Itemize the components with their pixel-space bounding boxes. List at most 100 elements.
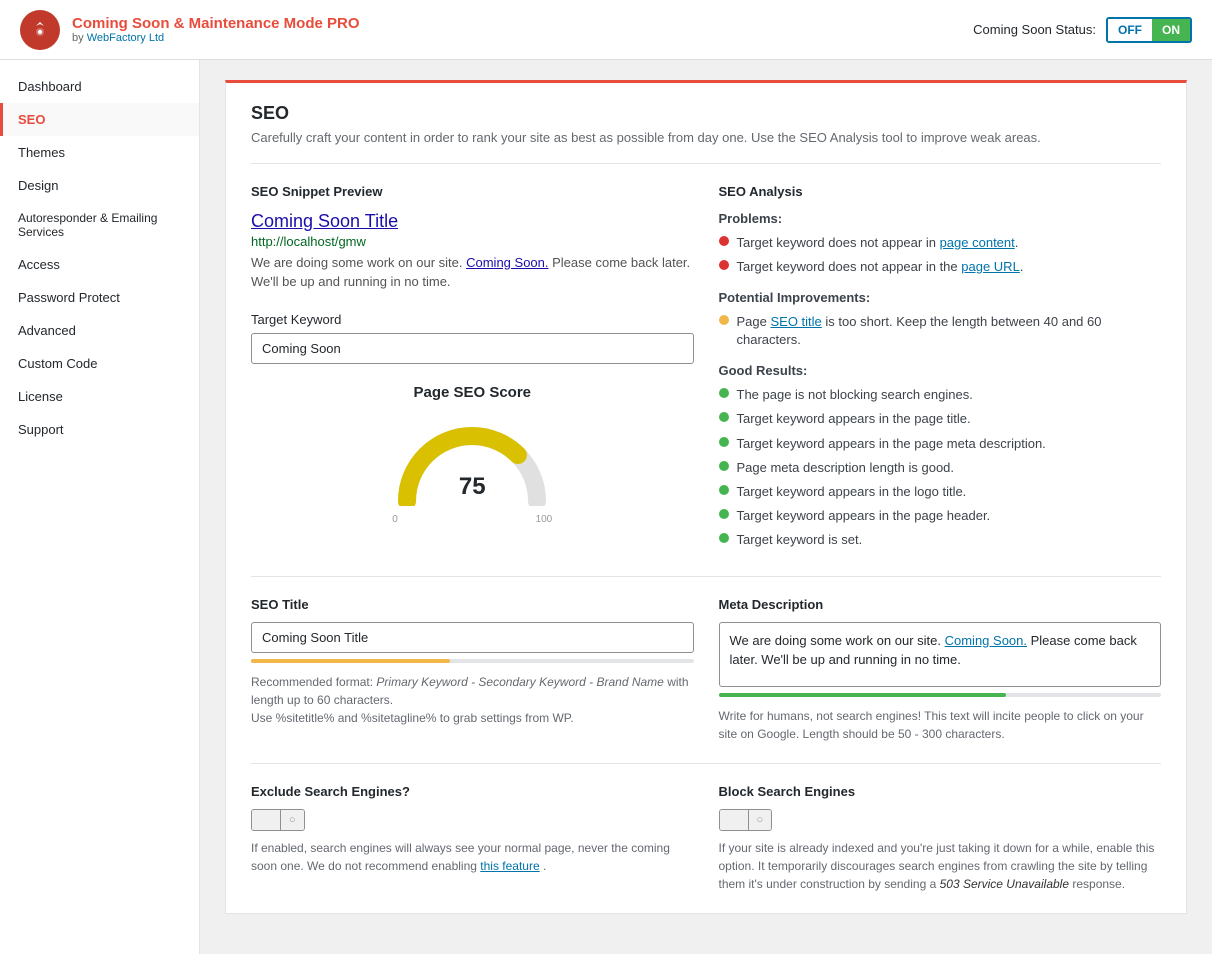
header-right: Coming Soon Status: OFF ON [973, 17, 1192, 43]
logo-text-group: Coming Soon & Maintenance Mode PRO by We… [72, 15, 360, 44]
score-min: 0 [392, 514, 398, 525]
seo-title-hint: Recommended format: Primary Keyword - Se… [251, 673, 694, 727]
analysis-title: SEO Analysis [719, 184, 1162, 199]
good-dot-5 [719, 485, 729, 495]
sidebar-item-access[interactable]: Access [0, 248, 199, 281]
app-logo-icon [20, 10, 60, 50]
good-dot-7 [719, 533, 729, 543]
seo-card: SEO Carefully craft your content in orde… [225, 80, 1187, 914]
target-keyword-input[interactable] [251, 333, 694, 364]
seo-title-label: SEO Title [251, 597, 694, 612]
sidebar-item-custom-code[interactable]: Custom Code [0, 347, 199, 380]
score-labels: 0 100 [392, 514, 552, 525]
exclude-toggle[interactable]: ○ [251, 809, 305, 831]
exclude-title: Exclude Search Engines? [251, 784, 694, 799]
block-toggle-left[interactable] [720, 810, 748, 830]
snippet-section-title: SEO Snippet Preview [251, 184, 694, 199]
seo-title-progress-wrap [251, 659, 694, 663]
score-title: Page SEO Score [261, 384, 684, 401]
top-section: SEO Snippet Preview Coming Soon Title ht… [251, 184, 1161, 556]
score-gauge: 75 [392, 416, 552, 506]
left-panel: SEO Snippet Preview Coming Soon Title ht… [251, 184, 694, 556]
good-6: Target keyword appears in the page heade… [719, 507, 1162, 525]
seo-title-input[interactable] [251, 622, 694, 653]
page-header: SEO Carefully craft your content in orde… [251, 103, 1161, 164]
good-7: Target keyword is set. [719, 531, 1162, 549]
good-dot-3 [719, 437, 729, 447]
bottom-section: Exclude Search Engines? ○ If enabled, se… [251, 784, 1161, 893]
problem-link-1[interactable]: page content [940, 235, 1015, 250]
score-section: Page SEO Score 75 0 1 [251, 364, 694, 545]
block-toggle[interactable]: ○ [719, 809, 773, 831]
problem-dot-2 [719, 260, 729, 270]
block-toggle-right[interactable]: ○ [748, 810, 772, 830]
problem-link-2[interactable]: page URL [961, 259, 1020, 274]
sidebar: Dashboard SEO Themes Design Autoresponde… [0, 60, 200, 954]
middle-section: SEO Title Recommended format: Primary Ke… [251, 597, 1161, 743]
toggle-on-button[interactable]: ON [1152, 19, 1190, 41]
problem-1: Target keyword does not appear in page c… [719, 234, 1162, 252]
meta-desc-label: Meta Description [719, 597, 1162, 612]
sidebar-item-seo[interactable]: SEO [0, 103, 199, 136]
app-subtitle: by WebFactory Ltd [72, 32, 360, 44]
company-link[interactable]: WebFactory Ltd [87, 32, 164, 44]
improvement-dot-1 [719, 315, 729, 325]
toggle-off-button[interactable]: OFF [1108, 19, 1152, 41]
improvement-1: Page SEO title is too short. Keep the le… [719, 313, 1162, 349]
main-layout: Dashboard SEO Themes Design Autoresponde… [0, 60, 1212, 954]
exclude-section: Exclude Search Engines? ○ If enabled, se… [251, 784, 694, 893]
section-divider-2 [251, 763, 1161, 764]
meta-desc-progress-wrap [719, 693, 1162, 697]
meta-desc-hint: Write for humans, not search engines! Th… [719, 707, 1162, 743]
exclude-toggle-left[interactable] [252, 810, 280, 830]
sidebar-item-license[interactable]: License [0, 380, 199, 413]
sidebar-item-design[interactable]: Design [0, 169, 199, 202]
sidebar-item-password-protect[interactable]: Password Protect [0, 281, 199, 314]
snippet-url: http://localhost/gmw [251, 234, 694, 249]
exclude-feature-link[interactable]: this feature [480, 859, 539, 873]
score-number: 75 [459, 473, 486, 501]
sidebar-item-themes[interactable]: Themes [0, 136, 199, 169]
snippet-preview: Coming Soon Title http://localhost/gmw W… [251, 211, 694, 292]
problems-label: Problems: [719, 211, 1162, 226]
block-section: Block Search Engines ○ If your site is a… [719, 784, 1162, 893]
score-max: 100 [536, 514, 553, 525]
meta-desc-progress-bar [719, 693, 1007, 697]
sidebar-item-autoresponder[interactable]: Autoresponder & Emailing Services [0, 202, 199, 248]
header-left: Coming Soon & Maintenance Mode PRO by We… [20, 10, 360, 50]
sidebar-item-support[interactable]: Support [0, 413, 199, 446]
good-dot-4 [719, 461, 729, 471]
sidebar-item-advanced[interactable]: Advanced [0, 314, 199, 347]
good-dot-1 [719, 388, 729, 398]
page-title: SEO [251, 103, 1161, 124]
good-4: Page meta description length is good. [719, 459, 1162, 477]
section-divider-1 [251, 576, 1161, 577]
good-1: The page is not blocking search engines. [719, 386, 1162, 404]
app-title: Coming Soon & Maintenance Mode PRO [72, 15, 360, 32]
exclude-toggle-right[interactable]: ○ [280, 810, 304, 830]
problem-2: Target keyword does not appear in the pa… [719, 258, 1162, 276]
good-dot-2 [719, 412, 729, 422]
improvement-link-1[interactable]: SEO title [770, 314, 821, 329]
keyword-label: Target Keyword [251, 312, 694, 327]
improvements-label: Potential Improvements: [719, 290, 1162, 305]
good-2: Target keyword appears in the page title… [719, 410, 1162, 428]
analysis-section: SEO Analysis Problems: Target keyword do… [719, 184, 1162, 556]
meta-desc-textarea[interactable]: We are doing some work on our site. Comi… [719, 622, 1162, 687]
snippet-title: Coming Soon Title [251, 211, 694, 232]
main-content: SEO Carefully craft your content in orde… [200, 60, 1212, 954]
exclude-description: If enabled, search engines will always s… [251, 839, 694, 875]
app-header: Coming Soon & Maintenance Mode PRO by We… [0, 0, 1212, 60]
block-title: Block Search Engines [719, 784, 1162, 799]
problem-dot-1 [719, 236, 729, 246]
block-description: If your site is already indexed and you'… [719, 839, 1162, 893]
meta-desc-section: Meta Description We are doing some work … [719, 597, 1162, 743]
page-description: Carefully craft your content in order to… [251, 128, 1161, 164]
sidebar-item-dashboard[interactable]: Dashboard [0, 70, 199, 103]
good-results-label: Good Results: [719, 363, 1162, 378]
good-3: Target keyword appears in the page meta … [719, 435, 1162, 453]
status-label: Coming Soon Status: [973, 22, 1096, 37]
good-dot-6 [719, 509, 729, 519]
coming-soon-toggle[interactable]: OFF ON [1106, 17, 1192, 43]
seo-title-progress-bar [251, 659, 450, 663]
